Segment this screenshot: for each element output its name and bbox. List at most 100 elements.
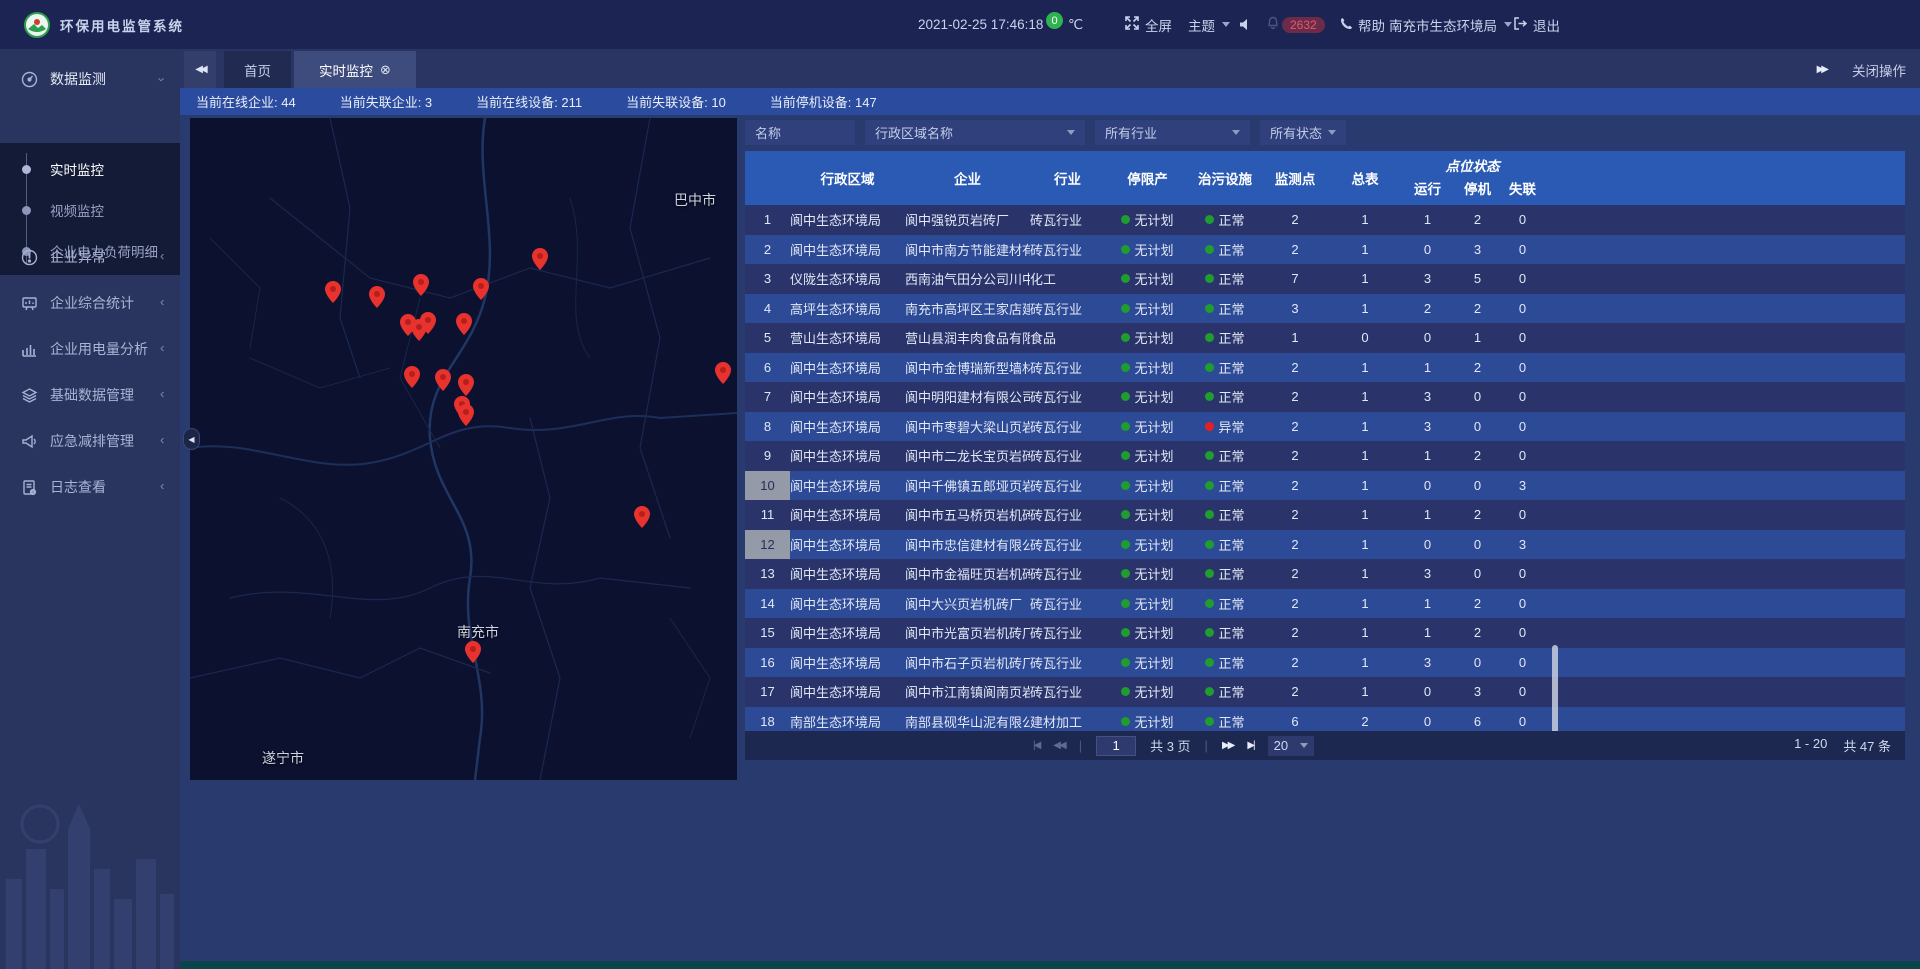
status-dot-icon	[1121, 333, 1130, 342]
table-row[interactable]: 14阆中生态环境局阆中大兴页岩机砖厂砖瓦行业无计划正常21120	[745, 589, 1905, 619]
fullscreen-button[interactable]: 全屏	[1125, 0, 1172, 49]
map-pin-icon[interactable]	[458, 374, 474, 396]
tabs-scroll-left-button[interactable]: ◀◀	[184, 51, 216, 88]
map-pin-icon[interactable]	[325, 281, 341, 303]
table-row[interactable]: 8阆中生态环境局阆中市枣碧大梁山页岩砖瓦行业无计划异常21300	[745, 412, 1905, 442]
cell-index: 5	[745, 323, 790, 353]
tab-home[interactable]: 首页	[224, 51, 291, 88]
map-pin-icon[interactable]	[456, 313, 472, 335]
table-row[interactable]: 9阆中生态环境局阆中市二龙长宝页岩砖砖瓦行业无计划正常21120	[745, 441, 1905, 471]
table-row[interactable]: 6阆中生态环境局阆中市金博瑞新型墙材砖瓦行业无计划正常21120	[745, 353, 1905, 383]
status-dot-icon	[1205, 628, 1214, 637]
map-pin-icon[interactable]	[634, 506, 650, 528]
tabs-scroll-right-button[interactable]: ▶▶	[1817, 64, 1826, 75]
map-pin-icon[interactable]	[458, 404, 474, 426]
cell-region: 仪陇生态环境局	[790, 264, 905, 294]
cell-index: 12	[745, 530, 790, 560]
map-pin-icon[interactable]	[420, 312, 436, 334]
cell-facility: 正常	[1190, 353, 1260, 383]
table-row[interactable]: 1阆中生态环境局阆中强锐页岩砖厂砖瓦行业无计划正常21120	[745, 205, 1905, 235]
status-dot-icon	[1205, 599, 1214, 608]
stat-item-0: 当前在线企业: 44	[196, 92, 296, 111]
table-row[interactable]: 7阆中生态环境局阆中明阳建材有限公司砖瓦行业无计划正常21300	[745, 382, 1905, 412]
table-row[interactable]: 10阆中生态环境局阆中千佛镇五郎垭页岩砖瓦行业无计划正常21003	[745, 471, 1905, 501]
table-row[interactable]: 2阆中生态环境局阆中市南方节能建材有砖瓦行业无计划正常21030	[745, 235, 1905, 265]
org-menu[interactable]: 南充市生态环境局	[1389, 0, 1512, 49]
table-row[interactable]: 5营山生态环境局营山县润丰肉食品有限食品无计划正常10010	[745, 323, 1905, 353]
sidebar-item-数据监测[interactable]: 数据监测›	[0, 57, 180, 101]
cell-points: 2	[1260, 589, 1330, 619]
cell-facility: 正常	[1190, 441, 1260, 471]
sidebar-subitem-视频监控[interactable]: 视频监控	[0, 190, 180, 230]
table-row[interactable]: 13阆中生态环境局阆中市金福旺页岩机砖砖瓦行业无计划正常21300	[745, 559, 1905, 589]
status-dot-icon	[1205, 717, 1214, 726]
map-pin-icon[interactable]	[369, 286, 385, 308]
industry-select[interactable]: 所有行业	[1095, 120, 1250, 145]
map-pin-icon[interactable]	[715, 362, 731, 384]
sidebar-item-基础数据管理[interactable]: 基础数据管理›	[0, 373, 180, 417]
cell-region: 阆中生态环境局	[790, 412, 905, 442]
cell-lost: 0	[1500, 353, 1545, 383]
cell-stop: 2	[1455, 500, 1500, 530]
table-row[interactable]: 3仪陇生态环境局西南油气田分公司川中化工无计划正常71350	[745, 264, 1905, 294]
sidebar-subitem-实时监控[interactable]: 实时监控	[0, 149, 180, 189]
cell-lost: 0	[1500, 205, 1545, 235]
help-button[interactable]: 帮助	[1340, 0, 1385, 49]
cell-company: 阆中市光富页岩机砖厂	[905, 618, 1030, 648]
sidebar-item-日志查看[interactable]: 日志查看›	[0, 465, 180, 509]
region-select[interactable]: 行政区域名称	[865, 120, 1085, 145]
cell-filler	[1545, 235, 1905, 265]
notification-bell[interactable]: 2632	[1266, 0, 1325, 49]
table-row[interactable]: 12阆中生态环境局阆中市忠信建材有限公砖瓦行业无计划正常21003	[745, 530, 1905, 560]
sidebar-item-企业异常[interactable]: 企业异常›	[0, 235, 180, 279]
sidebar-item-企业用电量分析[interactable]: 企业用电量分析›	[0, 327, 180, 371]
status-select[interactable]: 所有状态	[1260, 120, 1346, 145]
map-pin-icon[interactable]	[435, 369, 451, 391]
prev-page-button[interactable]: ◀◀	[1053, 740, 1064, 751]
cell-facility: 正常	[1190, 205, 1260, 235]
cell-stop: 0	[1455, 530, 1500, 560]
status-dot-icon	[1205, 304, 1214, 313]
status-dot-icon	[1205, 658, 1214, 667]
next-page-button[interactable]: ▶▶	[1222, 740, 1233, 751]
last-page-button[interactable]: ▶|	[1247, 740, 1253, 751]
cell-run: 0	[1400, 471, 1455, 501]
close-tab-icon[interactable]: ⊗	[380, 62, 391, 78]
map-pin-icon[interactable]	[465, 641, 481, 663]
cell-run: 3	[1400, 412, 1455, 442]
map-pin-icon[interactable]	[413, 274, 429, 296]
cell-meters: 1	[1330, 294, 1400, 324]
map-pin-icon[interactable]	[404, 366, 420, 388]
cell-stop: 0	[1455, 471, 1500, 501]
close-operations-button[interactable]: 关闭操作	[1852, 60, 1906, 80]
map-pin-icon[interactable]	[473, 278, 489, 300]
table-row[interactable]: 15阆中生态环境局阆中市光富页岩机砖厂砖瓦行业无计划正常21120	[745, 618, 1905, 648]
cell-industry: 砖瓦行业	[1030, 589, 1105, 619]
cell-facility: 正常	[1190, 323, 1260, 353]
page-size-select[interactable]: 20	[1268, 736, 1314, 756]
status-dot-icon	[1121, 628, 1130, 637]
table-scrollbar-thumb[interactable]	[1552, 645, 1558, 737]
name-search-input[interactable]: 名称	[745, 120, 855, 145]
speaker-icon[interactable]	[1239, 0, 1252, 49]
table-row[interactable]: 16阆中生态环境局阆中市石子页岩机砖厂砖瓦行业无计划正常21300	[745, 648, 1905, 678]
cell-industry: 砖瓦行业	[1030, 441, 1105, 471]
page-number-input[interactable]: 1	[1096, 736, 1136, 756]
tab-realtime-monitor[interactable]: 实时监控 ⊗	[294, 51, 416, 88]
chevron-down-icon: ›	[160, 72, 164, 87]
map-panel[interactable]: 巴中市南充市遂宁市	[190, 118, 737, 780]
table-row[interactable]: 4高坪生态环境局南充市高坪区王家店建砖瓦行业无计划正常31220	[745, 294, 1905, 324]
theme-menu[interactable]: 主题	[1188, 0, 1230, 49]
sidebar-item-应急减排管理[interactable]: 应急减排管理›	[0, 419, 180, 463]
sidebar-item-企业综合统计[interactable]: 企业综合统计›	[0, 281, 180, 325]
table-row[interactable]: 11阆中生态环境局阆中市五马桥页岩机砖砖瓦行业无计划正常21120	[745, 500, 1905, 530]
map-pin-icon[interactable]	[532, 248, 548, 270]
table-row[interactable]: 18南部生态环境局南部县砚华山泥有限公建材加工无计划正常62060	[745, 707, 1905, 732]
logout-button[interactable]: 退出	[1513, 0, 1560, 49]
map-panel-collapse-button[interactable]: ◀	[183, 428, 200, 450]
first-page-button[interactable]: |◀	[1033, 740, 1039, 751]
cell-run: 1	[1400, 500, 1455, 530]
cell-industry: 砖瓦行业	[1030, 294, 1105, 324]
table-row[interactable]: 17阆中生态环境局阆中市江南镇阆南页岩砖瓦行业无计划正常21030	[745, 677, 1905, 707]
sidebar-subitem-label: 视频监控	[50, 200, 104, 220]
